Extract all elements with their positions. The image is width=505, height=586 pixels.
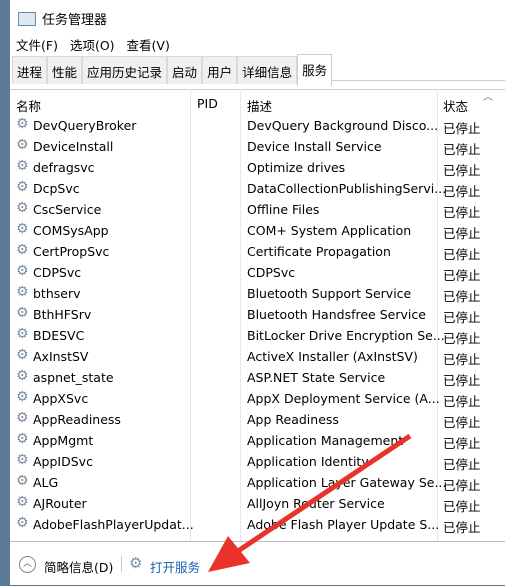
arrow-shaft — [236, 433, 412, 554]
red-arrow-annotation — [208, 433, 412, 572]
arrow-head — [208, 536, 250, 572]
